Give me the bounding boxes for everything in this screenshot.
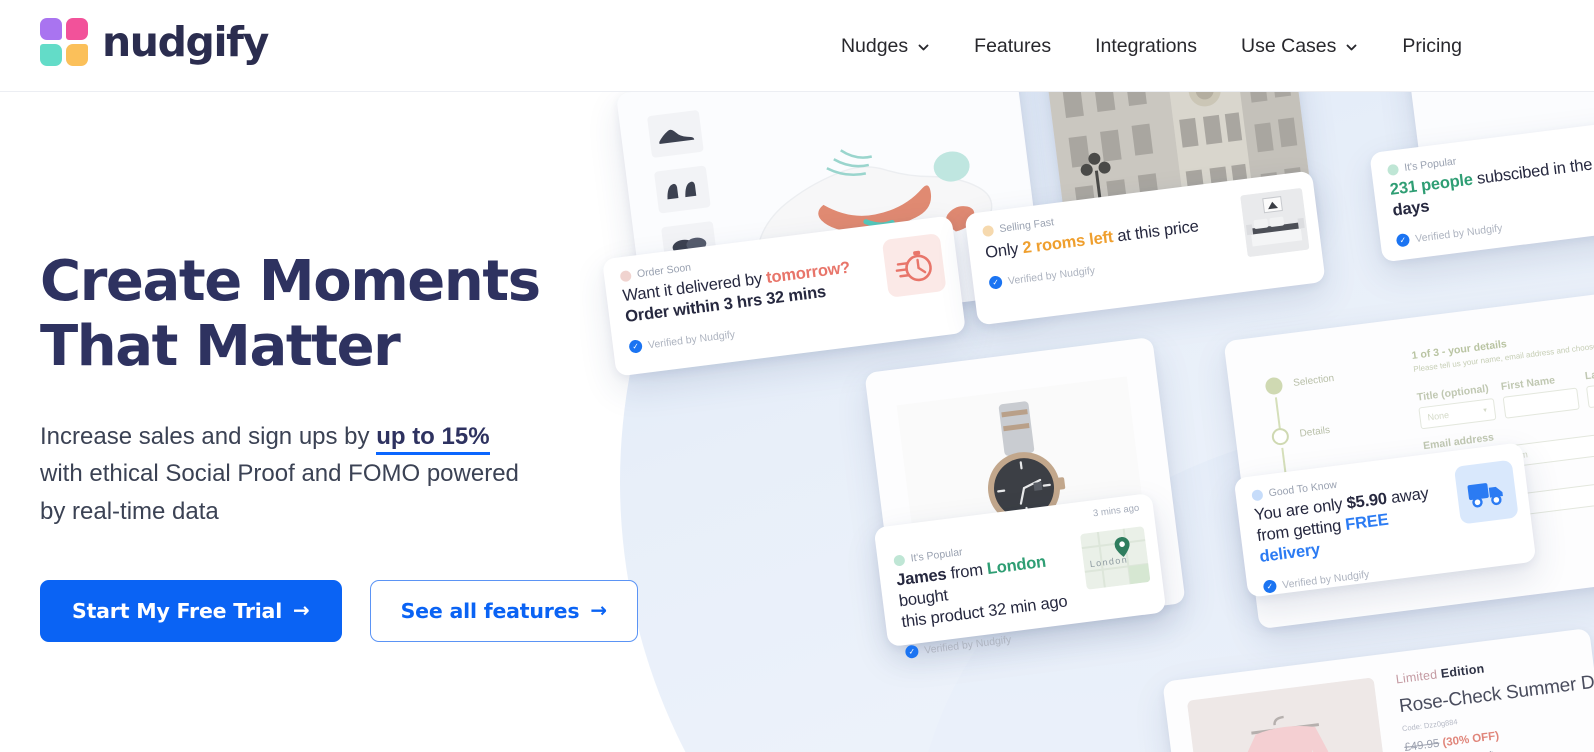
title-select[interactable]: None ▾ <box>1418 398 1497 430</box>
nav-item-nudges[interactable]: Nudges <box>819 0 952 92</box>
verified-check-icon: ✓ <box>904 644 920 660</box>
nav-label: Integrations <box>1095 34 1198 57</box>
dress-price-value: £49.95 <box>1403 737 1441 752</box>
verified-label: Verified by Nudgify <box>1007 264 1096 287</box>
verified-label: Verified by Nudgify <box>647 328 736 352</box>
arrow-right-icon: → <box>293 598 310 623</box>
nav-item-pricing[interactable]: Pricing <box>1380 0 1484 92</box>
badge-bold: Edition <box>1439 661 1486 681</box>
step-selection: Selection <box>1264 362 1395 432</box>
step-details: Details <box>1270 413 1402 482</box>
field-first-name: First Name <box>1500 372 1581 430</box>
nudge-amount: $5.90 <box>1345 489 1388 513</box>
nudge-mid1: from <box>945 560 989 584</box>
step-dot-icon <box>1270 427 1290 447</box>
step-connector <box>1274 397 1282 432</box>
subtitle-part1: Increase sales and sign ups by <box>40 422 377 450</box>
cta-button-group: Start My Free Trial → See all features → <box>40 580 660 643</box>
chevron-down-icon <box>917 41 930 54</box>
four-squares-logo-icon <box>40 18 88 66</box>
dress-product-image <box>1186 677 1397 752</box>
location-map-thumbnail: London <box>1079 526 1151 590</box>
main-navigation: Nudges Features Integrations Use Cases P… <box>819 0 1484 92</box>
nav-label: Nudges <box>840 34 909 57</box>
dress-discount: (30% OFF) <box>1441 730 1500 750</box>
verified-check-icon: ✓ <box>1262 579 1278 595</box>
badge-light: Limited <box>1394 666 1442 687</box>
hero-subtitle: Increase sales and sign ups by up to 15%… <box>40 418 520 530</box>
headline-line2: That Matter <box>40 313 401 379</box>
brand-logo[interactable]: nudgify <box>40 17 269 66</box>
nav-item-features[interactable]: Features <box>952 0 1073 92</box>
step-dot-icon <box>1264 376 1284 396</box>
nudge-prefix: Only <box>984 239 1024 262</box>
delivery-truck-icon <box>1453 459 1519 525</box>
sneaker-thumb-2[interactable] <box>653 165 711 214</box>
title-select-value: None <box>1426 409 1450 423</box>
info-tag-icon <box>1251 488 1264 501</box>
site-header: nudgify Nudges Features Integrations Use… <box>0 0 1594 92</box>
field-last-name: Last Name <box>1584 361 1594 419</box>
step-label: Details <box>1299 424 1331 440</box>
chevron-down-icon <box>1345 41 1358 54</box>
fire-tag-icon <box>981 224 995 237</box>
hero-illustration: mar... web design <box>580 92 1594 752</box>
dress-product-details: Limited Edition Rose-Check Summer Dress … <box>1395 649 1594 752</box>
brand-wordmark: nudgify <box>102 17 269 66</box>
step-label: Selection <box>1292 372 1335 390</box>
nudge-tag-label: Selling Fast <box>998 216 1055 236</box>
nudge-customer-name: James <box>895 565 948 590</box>
landing-page: nudgify Nudges Features Integrations Use… <box>0 0 1594 752</box>
nav-item-use-cases[interactable]: Use Cases <box>1219 0 1380 92</box>
chevron-down-icon: ▾ <box>1482 407 1488 415</box>
verified-check-icon: ✓ <box>988 275 1003 290</box>
subtitle-highlight: up to 15% <box>376 422 490 455</box>
popular-tag-icon <box>893 553 906 567</box>
nav-label: Features <box>974 34 1052 57</box>
nav-label: Pricing <box>1402 34 1462 57</box>
nudge-mid2: bought <box>897 586 950 611</box>
verified-label: Verified by Nudgify <box>1414 221 1504 245</box>
nudge-city: London <box>985 552 1047 579</box>
hotel-room-thumbnail <box>1240 187 1310 258</box>
stopwatch-icon <box>881 233 947 298</box>
page-title: Create Moments That Matter <box>40 249 660 380</box>
nudge-suffix: at this price <box>1111 217 1200 246</box>
nav-item-integrations[interactable]: Integrations <box>1073 0 1219 92</box>
sneaker-thumb-1[interactable] <box>646 109 704 159</box>
nav-label: Use Cases <box>1241 34 1337 57</box>
nudge-tag-label: It's Popular <box>1403 155 1457 174</box>
verified-check-icon: ✓ <box>1395 233 1411 248</box>
popular-tag-icon <box>1386 163 1400 176</box>
cta-primary-label: Start My Free Trial <box>72 599 283 624</box>
nudge-timestamp: 3 mins ago <box>1092 502 1140 520</box>
see-all-features-button[interactable]: See all features → <box>369 580 638 643</box>
subtitle-part2: with ethical Social Proof and FOMO power… <box>40 460 519 525</box>
cta-secondary-label: See all features <box>400 599 580 624</box>
arrow-right-icon: → <box>590 598 607 623</box>
availability-value: Only 4 left. <box>1453 749 1497 752</box>
headline-line1: Create Moments <box>40 249 541 314</box>
field-label: Last Name <box>1584 364 1594 383</box>
nudge-accent: 2 rooms left <box>1021 227 1115 258</box>
start-free-trial-button[interactable]: Start My Free Trial → <box>40 580 342 643</box>
nudge-accent: 231 people <box>1388 170 1474 199</box>
first-name-input[interactable] <box>1502 387 1581 419</box>
nudge-tag-label: It's Popular <box>909 546 964 565</box>
form-heading: 1 of 3 - your details Please tell us you… <box>1411 321 1594 375</box>
nudge-line1-accent: tomorrow? <box>765 258 852 288</box>
hero-content: Create Moments That Matter Increase sale… <box>40 249 660 643</box>
